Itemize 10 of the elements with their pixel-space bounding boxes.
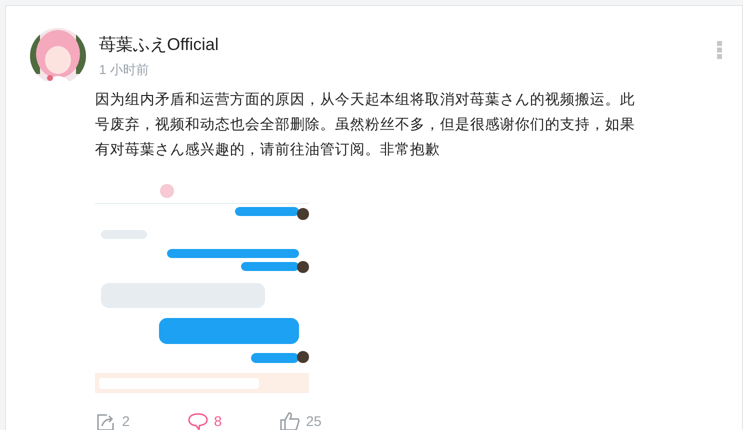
post-text: 因为组内矛盾和运营方面的原因，从今天起本组将取消对苺葉さん的视频搬运。此号废弃，视频和动态也会全部删除。虽然粉丝不多，但是很感谢你们的支持，如果有对苺葉さん感兴趣的，请前往油管订阅。非常抱歉 bbox=[95, 90, 635, 160]
author-name[interactable]: 苺葉ふえOfficial bbox=[99, 34, 219, 56]
comment-count: 8 bbox=[214, 412, 222, 430]
post-time: 1 小时前 bbox=[99, 61, 150, 79]
share-icon[interactable] bbox=[96, 412, 116, 430]
like-count: 25 bbox=[306, 412, 322, 430]
more-icon[interactable] bbox=[717, 41, 723, 59]
share-count: 2 bbox=[122, 412, 130, 430]
like-icon[interactable] bbox=[280, 412, 300, 430]
comment-icon[interactable] bbox=[188, 412, 208, 430]
